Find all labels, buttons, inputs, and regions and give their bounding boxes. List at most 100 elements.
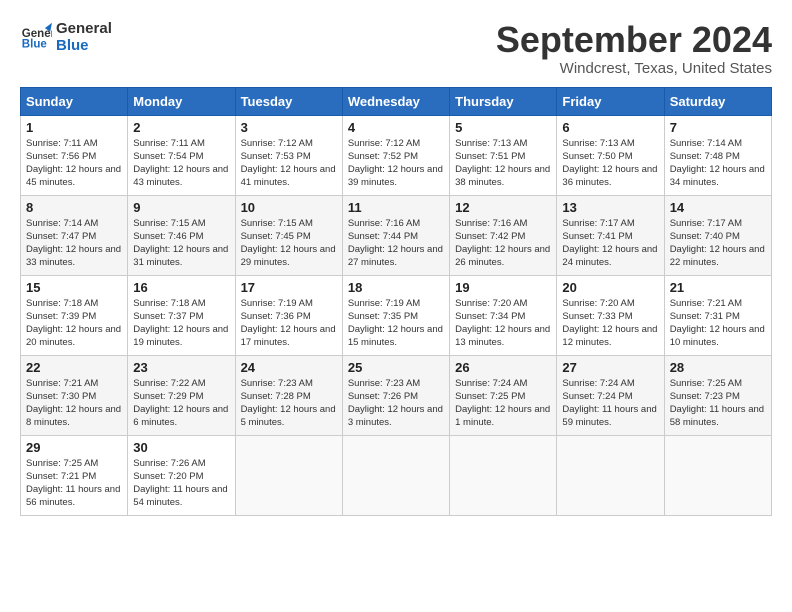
day-info: Sunrise: 7:26 AMSunset: 7:20 PMDaylight:… (133, 457, 229, 510)
table-row: 9 Sunrise: 7:15 AMSunset: 7:46 PMDayligh… (128, 195, 235, 275)
col-thursday: Thursday (450, 87, 557, 115)
day-number: 22 (26, 360, 122, 375)
col-tuesday: Tuesday (235, 87, 342, 115)
day-info: Sunrise: 7:22 AMSunset: 7:29 PMDaylight:… (133, 377, 229, 430)
table-row: 2 Sunrise: 7:11 AMSunset: 7:54 PMDayligh… (128, 115, 235, 195)
table-row: 22 Sunrise: 7:21 AMSunset: 7:30 PMDaylig… (21, 355, 128, 435)
day-info: Sunrise: 7:23 AMSunset: 7:28 PMDaylight:… (241, 377, 337, 430)
table-row: 1 Sunrise: 7:11 AMSunset: 7:56 PMDayligh… (21, 115, 128, 195)
day-info: Sunrise: 7:13 AMSunset: 7:50 PMDaylight:… (562, 137, 658, 190)
day-number: 4 (348, 120, 444, 135)
month-title: September 2024 (496, 20, 772, 60)
calendar-week-row: 1 Sunrise: 7:11 AMSunset: 7:56 PMDayligh… (21, 115, 772, 195)
day-number: 13 (562, 200, 658, 215)
day-info: Sunrise: 7:24 AMSunset: 7:24 PMDaylight:… (562, 377, 658, 430)
table-row: 15 Sunrise: 7:18 AMSunset: 7:39 PMDaylig… (21, 275, 128, 355)
day-number: 27 (562, 360, 658, 375)
table-row: 26 Sunrise: 7:24 AMSunset: 7:25 PMDaylig… (450, 355, 557, 435)
day-info: Sunrise: 7:11 AMSunset: 7:54 PMDaylight:… (133, 137, 229, 190)
day-info: Sunrise: 7:21 AMSunset: 7:31 PMDaylight:… (670, 297, 766, 350)
table-row: 13 Sunrise: 7:17 AMSunset: 7:41 PMDaylig… (557, 195, 664, 275)
table-row (450, 435, 557, 515)
day-number: 30 (133, 440, 229, 455)
table-row: 16 Sunrise: 7:18 AMSunset: 7:37 PMDaylig… (128, 275, 235, 355)
day-number: 24 (241, 360, 337, 375)
day-number: 21 (670, 280, 766, 295)
day-number: 23 (133, 360, 229, 375)
day-number: 5 (455, 120, 551, 135)
calendar-week-row: 22 Sunrise: 7:21 AMSunset: 7:30 PMDaylig… (21, 355, 772, 435)
day-number: 19 (455, 280, 551, 295)
day-info: Sunrise: 7:14 AMSunset: 7:47 PMDaylight:… (26, 217, 122, 270)
day-number: 9 (133, 200, 229, 215)
day-number: 12 (455, 200, 551, 215)
table-row (664, 435, 771, 515)
day-number: 17 (241, 280, 337, 295)
day-number: 28 (670, 360, 766, 375)
table-row: 18 Sunrise: 7:19 AMSunset: 7:35 PMDaylig… (342, 275, 449, 355)
day-info: Sunrise: 7:25 AMSunset: 7:23 PMDaylight:… (670, 377, 766, 430)
day-info: Sunrise: 7:20 AMSunset: 7:33 PMDaylight:… (562, 297, 658, 350)
day-info: Sunrise: 7:23 AMSunset: 7:26 PMDaylight:… (348, 377, 444, 430)
day-number: 6 (562, 120, 658, 135)
day-info: Sunrise: 7:15 AMSunset: 7:46 PMDaylight:… (133, 217, 229, 270)
table-row: 7 Sunrise: 7:14 AMSunset: 7:48 PMDayligh… (664, 115, 771, 195)
day-number: 29 (26, 440, 122, 455)
day-info: Sunrise: 7:17 AMSunset: 7:41 PMDaylight:… (562, 217, 658, 270)
calendar-week-row: 15 Sunrise: 7:18 AMSunset: 7:39 PMDaylig… (21, 275, 772, 355)
calendar-week-row: 8 Sunrise: 7:14 AMSunset: 7:47 PMDayligh… (21, 195, 772, 275)
calendar-week-row: 29 Sunrise: 7:25 AMSunset: 7:21 PMDaylig… (21, 435, 772, 515)
day-number: 11 (348, 200, 444, 215)
day-number: 2 (133, 120, 229, 135)
table-row: 6 Sunrise: 7:13 AMSunset: 7:50 PMDayligh… (557, 115, 664, 195)
day-info: Sunrise: 7:15 AMSunset: 7:45 PMDaylight:… (241, 217, 337, 270)
table-row: 21 Sunrise: 7:21 AMSunset: 7:31 PMDaylig… (664, 275, 771, 355)
table-row: 30 Sunrise: 7:26 AMSunset: 7:20 PMDaylig… (128, 435, 235, 515)
day-info: Sunrise: 7:24 AMSunset: 7:25 PMDaylight:… (455, 377, 551, 430)
col-sunday: Sunday (21, 87, 128, 115)
table-row (235, 435, 342, 515)
col-saturday: Saturday (664, 87, 771, 115)
day-info: Sunrise: 7:18 AMSunset: 7:37 PMDaylight:… (133, 297, 229, 350)
table-row: 8 Sunrise: 7:14 AMSunset: 7:47 PMDayligh… (21, 195, 128, 275)
page-header: General Blue GeneralBlue September 2024 … (20, 20, 772, 77)
table-row: 28 Sunrise: 7:25 AMSunset: 7:23 PMDaylig… (664, 355, 771, 435)
day-info: Sunrise: 7:14 AMSunset: 7:48 PMDaylight:… (670, 137, 766, 190)
day-number: 18 (348, 280, 444, 295)
table-row: 19 Sunrise: 7:20 AMSunset: 7:34 PMDaylig… (450, 275, 557, 355)
calendar-table: Sunday Monday Tuesday Wednesday Thursday… (20, 87, 772, 516)
location-title: Windcrest, Texas, United States (496, 60, 772, 77)
day-number: 1 (26, 120, 122, 135)
table-row (342, 435, 449, 515)
day-number: 16 (133, 280, 229, 295)
svg-text:Blue: Blue (22, 39, 48, 51)
day-info: Sunrise: 7:19 AMSunset: 7:35 PMDaylight:… (348, 297, 444, 350)
logo-text: GeneralBlue (56, 20, 112, 55)
day-number: 26 (455, 360, 551, 375)
calendar-header-row: Sunday Monday Tuesday Wednesday Thursday… (21, 87, 772, 115)
logo: General Blue GeneralBlue (20, 20, 112, 55)
day-info: Sunrise: 7:20 AMSunset: 7:34 PMDaylight:… (455, 297, 551, 350)
day-info: Sunrise: 7:25 AMSunset: 7:21 PMDaylight:… (26, 457, 122, 510)
table-row: 12 Sunrise: 7:16 AMSunset: 7:42 PMDaylig… (450, 195, 557, 275)
table-row: 27 Sunrise: 7:24 AMSunset: 7:24 PMDaylig… (557, 355, 664, 435)
day-info: Sunrise: 7:18 AMSunset: 7:39 PMDaylight:… (26, 297, 122, 350)
table-row: 4 Sunrise: 7:12 AMSunset: 7:52 PMDayligh… (342, 115, 449, 195)
day-number: 10 (241, 200, 337, 215)
table-row: 29 Sunrise: 7:25 AMSunset: 7:21 PMDaylig… (21, 435, 128, 515)
table-row: 5 Sunrise: 7:13 AMSunset: 7:51 PMDayligh… (450, 115, 557, 195)
day-number: 8 (26, 200, 122, 215)
table-row: 3 Sunrise: 7:12 AMSunset: 7:53 PMDayligh… (235, 115, 342, 195)
table-row: 17 Sunrise: 7:19 AMSunset: 7:36 PMDaylig… (235, 275, 342, 355)
logo-icon: General Blue (20, 21, 52, 53)
col-friday: Friday (557, 87, 664, 115)
day-number: 25 (348, 360, 444, 375)
table-row: 23 Sunrise: 7:22 AMSunset: 7:29 PMDaylig… (128, 355, 235, 435)
table-row: 25 Sunrise: 7:23 AMSunset: 7:26 PMDaylig… (342, 355, 449, 435)
day-info: Sunrise: 7:16 AMSunset: 7:44 PMDaylight:… (348, 217, 444, 270)
day-info: Sunrise: 7:13 AMSunset: 7:51 PMDaylight:… (455, 137, 551, 190)
day-info: Sunrise: 7:11 AMSunset: 7:56 PMDaylight:… (26, 137, 122, 190)
day-info: Sunrise: 7:16 AMSunset: 7:42 PMDaylight:… (455, 217, 551, 270)
table-row: 10 Sunrise: 7:15 AMSunset: 7:45 PMDaylig… (235, 195, 342, 275)
day-number: 20 (562, 280, 658, 295)
